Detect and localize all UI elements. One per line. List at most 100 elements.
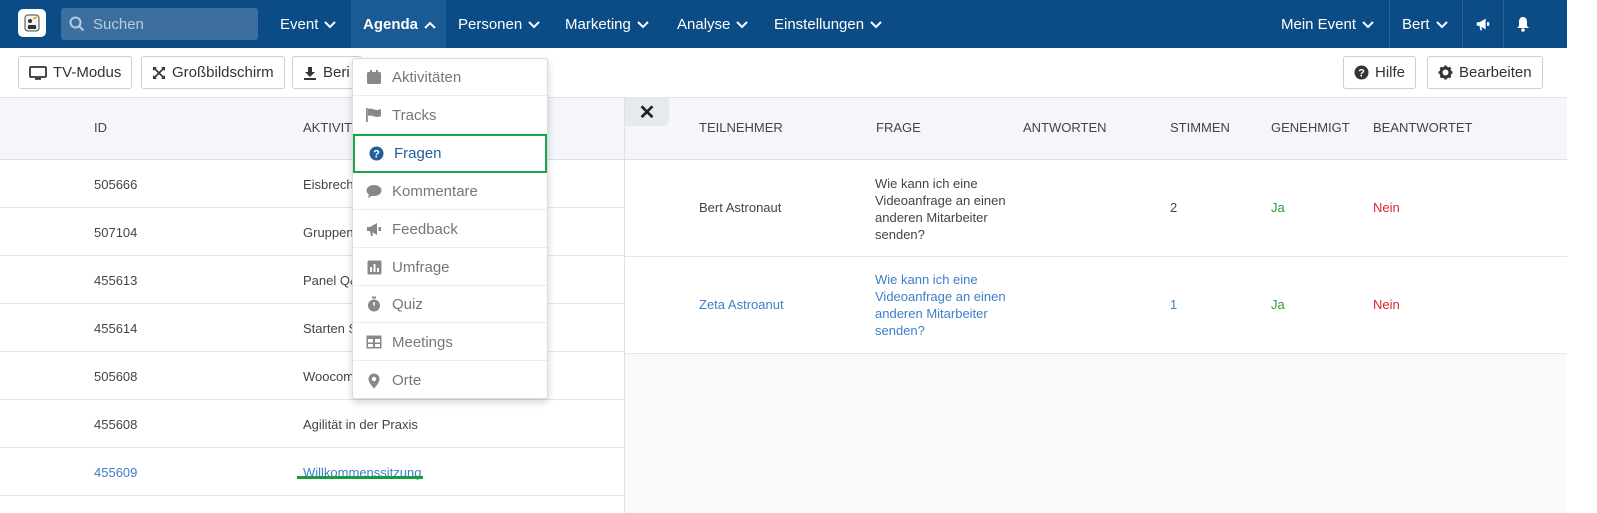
participant-name: Bert Astronaut [699,200,782,215]
table-row[interactable]: Bert Astronaut Wie kann ich eine Videoan… [625,160,1567,257]
edit-button[interactable]: Bearbeiten [1427,56,1543,89]
chevron-down-icon [324,16,337,33]
table-icon [365,335,383,349]
column-header-answers[interactable]: ANTWORTEN [1023,120,1107,135]
activity-id: 455608 [94,417,138,432]
column-header-participant[interactable]: TEILNEHMER [699,120,783,135]
menu-item-umfrage[interactable]: Umfrage [353,249,547,286]
menu-item-aktivitaeten[interactable]: Aktivitäten [353,59,547,96]
nav-agenda[interactable]: Agenda [351,0,446,48]
menu-item-label: Umfrage [392,258,450,276]
megaphone-icon [365,221,383,237]
menu-item-label: Orte [392,372,422,389]
activity-name: Agilität in der Praxis [303,417,418,432]
nav-marketing[interactable]: Marketing [553,0,661,48]
column-header-id[interactable]: ID [94,120,107,135]
column-header-question[interactable]: FRAGE [876,120,921,135]
close-panel-button[interactable]: ✕ [625,98,669,126]
menu-item-orte[interactable]: Orte [353,362,547,399]
gear-icon [1438,65,1453,80]
app-logo[interactable] [18,9,46,37]
flag-icon [365,107,383,123]
agenda-dropdown-menu: Aktivitäten Tracks ? Fragen Kommentare F… [352,58,548,399]
activity-name: Starten S [303,321,358,336]
activity-id: 507104 [94,225,138,240]
chevron-down-icon [870,16,882,33]
nav-agenda-label: Agenda [363,15,419,33]
menu-item-quiz[interactable]: Quiz [353,286,547,323]
activity-id: 455613 [94,273,138,288]
stopwatch-icon [365,296,383,312]
comment-icon [365,184,383,199]
svg-text:?: ? [373,149,380,161]
announcement-button[interactable] [1463,0,1503,48]
help-button[interactable]: ? Hilfe [1343,56,1417,89]
column-header-answered[interactable]: BEANTWORTET [1373,120,1472,135]
menu-item-tracks[interactable]: Tracks [353,97,547,134]
participant-name-link[interactable]: Zeta Astroanut [699,297,784,312]
calendar-icon [365,69,383,85]
questions-table-header: TEILNEHMER FRAGE ANTWORTEN STIMMEN GENEH… [625,98,1567,160]
activity-id: 455614 [94,321,138,336]
report-label: Beri [323,64,350,81]
nav-personen-label: Personen [458,15,523,33]
help-label: Hilfe [1375,64,1406,81]
nav-analyse[interactable]: Analyse [665,0,760,48]
nav-user[interactable]: Bert [1390,0,1460,48]
question-text-link[interactable]: Wie kann ich eine Videoanfrage an einen … [875,271,1020,339]
menu-item-label: Feedback [392,220,458,238]
question-text: Wie kann ich eine Videoanfrage an einen … [875,176,1006,242]
search-box[interactable] [61,8,258,40]
nav-event-label: Event [280,15,319,33]
menu-item-kommentare[interactable]: Kommentare [353,173,547,210]
expand-icon [152,66,166,80]
answered-status[interactable]: Nein [1373,200,1400,215]
monitor-icon [29,65,47,80]
nav-einstellungen[interactable]: Einstellungen [762,0,894,48]
votes-count: 2 [1170,200,1178,215]
menu-item-meetings[interactable]: Meetings [353,324,547,361]
nav-mein-event[interactable]: Mein Event [1269,0,1386,48]
notifications-button[interactable] [1504,0,1544,48]
bell-icon [1517,17,1529,32]
menu-item-label: Tracks [392,106,437,124]
question-circle-icon: ? [1354,65,1369,80]
activity-name: Panel Q& [303,273,359,288]
activity-id-link[interactable]: 455609 [94,465,137,480]
menu-item-feedback[interactable]: Feedback [353,211,547,248]
approved-status[interactable]: Ja [1271,297,1285,312]
chevron-down-icon [1435,16,1448,33]
table-row[interactable]: Zeta Astroanut Wie kann ich eine Videoan… [625,257,1567,354]
nav-event[interactable]: Event [268,0,348,48]
nav-user-label: Bert [1402,15,1430,33]
chevron-down-icon [528,16,540,33]
menu-item-label: Fragen [394,145,442,162]
svg-text:?: ? [1358,68,1365,80]
fullscreen-label: Großbildschirm [172,64,274,81]
activity-name: Woocom [303,369,355,384]
highlight-underline [297,476,423,479]
nav-mein-event-label: Mein Event [1281,15,1357,33]
activity-id: 505608 [94,369,138,384]
megaphone-icon [1476,18,1490,31]
nav-personen[interactable]: Personen [446,0,552,48]
tv-mode-button[interactable]: TV-Modus [18,56,133,89]
fullscreen-button[interactable]: Großbildschirm [141,56,285,89]
map-marker-icon [365,373,383,389]
column-header-approved[interactable]: GENEHMIGT [1271,120,1350,135]
votes-count-link[interactable]: 1 [1170,297,1177,312]
chevron-down-icon [736,16,749,33]
questions-panel: TEILNEHMER FRAGE ANTWORTEN STIMMEN GENEH… [624,98,1567,513]
nav-einstellungen-label: Einstellungen [774,15,865,33]
menu-item-label: Kommentare [392,182,478,200]
download-icon [303,66,317,80]
table-row[interactable]: 455609 Willkommenssitzung [0,448,624,496]
column-header-votes[interactable]: STIMMEN [1170,120,1230,135]
approved-status[interactable]: Ja [1271,200,1285,215]
table-row[interactable]: 455608 Agilität in der Praxis [0,400,624,448]
activity-name: Gruppen [303,225,354,240]
search-input[interactable] [93,15,253,33]
menu-item-fragen[interactable]: ? Fragen [353,134,547,173]
answered-status[interactable]: Nein [1373,297,1400,312]
search-icon [69,16,85,32]
